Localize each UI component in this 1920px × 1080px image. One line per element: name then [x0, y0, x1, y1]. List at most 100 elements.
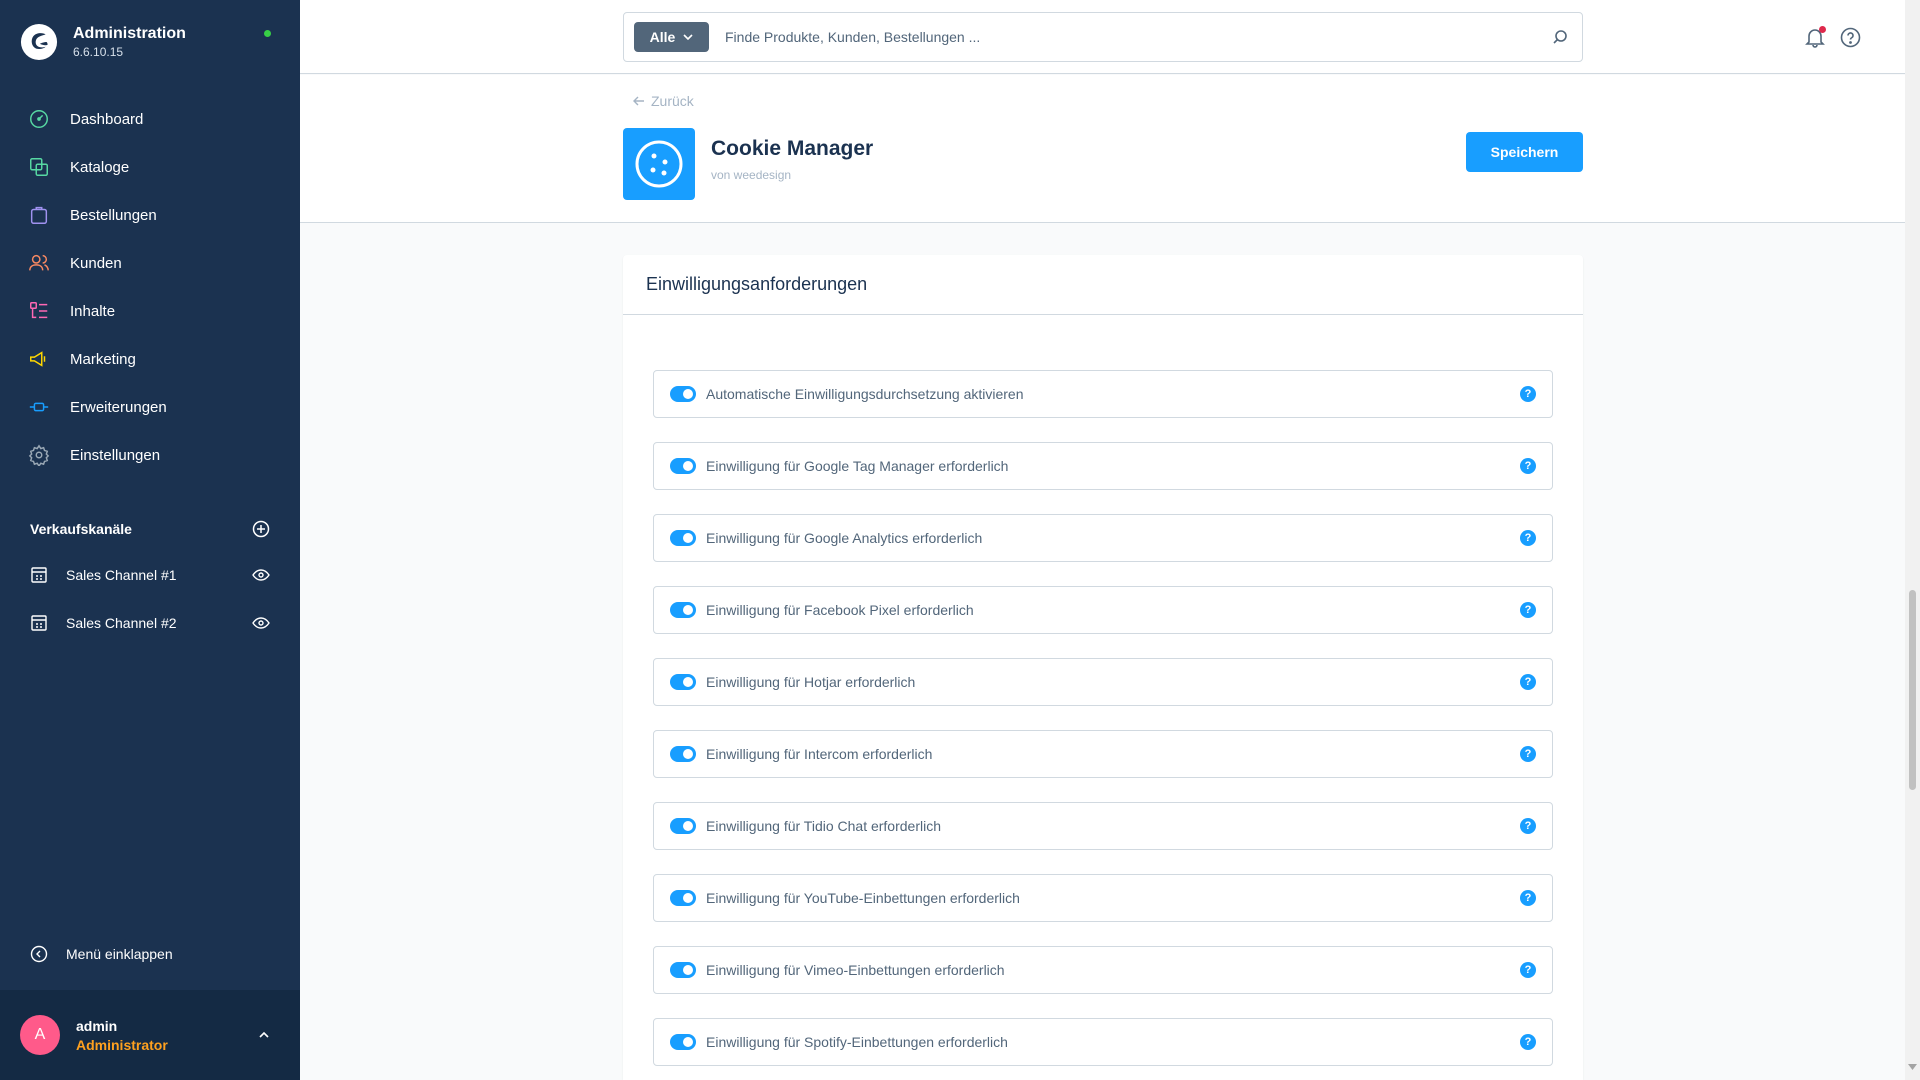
back-label: Zurück	[651, 93, 694, 109]
status-online-indicator	[264, 30, 271, 37]
nav-item-kataloge[interactable]: Kataloge	[0, 143, 300, 191]
nav-label: Kunden	[70, 254, 122, 272]
toggle-switch[interactable]	[670, 386, 696, 402]
shopware-logo-icon	[20, 23, 58, 61]
help-tooltip-icon[interactable]: ?	[1520, 386, 1536, 402]
extensions-icon	[29, 402, 49, 412]
nav-label: Marketing	[70, 350, 136, 368]
content-icon	[30, 302, 48, 319]
sales-channels-header: Verkaufskanäle	[30, 520, 270, 538]
toggle-switch[interactable]	[670, 674, 696, 690]
consent-row-label: Einwilligung für Intercom erforderlich	[706, 746, 933, 762]
cookie-icon	[635, 140, 683, 188]
page-scrollbar[interactable]	[1905, 0, 1920, 1080]
main-nav: Dashboard Kataloge Bestellungen Kunden I…	[0, 95, 300, 479]
collapse-menu-button[interactable]: Menü einklappen	[30, 945, 173, 963]
sales-channel-list: Sales Channel #1 Sales Channel #2	[0, 551, 300, 647]
search-type-label: Alle	[649, 29, 676, 45]
search-type-dropdown[interactable]: Alle	[634, 22, 709, 52]
nav-item-kunden[interactable]: Kunden	[0, 239, 300, 287]
eye-icon[interactable]	[252, 617, 270, 629]
scroll-down-arrow-icon[interactable]	[1908, 1064, 1917, 1070]
consent-row: Einwilligung für Spotify-Einbettungen er…	[653, 1018, 1553, 1066]
storefront-icon	[31, 615, 47, 631]
help-tooltip-icon[interactable]: ?	[1520, 746, 1536, 762]
toggle-switch[interactable]	[670, 818, 696, 834]
nav-item-dashboard[interactable]: Dashboard	[0, 95, 300, 143]
arrow-left-icon	[633, 96, 644, 106]
consent-row: Einwilligung für Google Tag Manager erfo…	[653, 442, 1553, 490]
back-link[interactable]: Zurück	[633, 93, 694, 109]
consent-row-label: Einwilligung für Google Analytics erford…	[706, 530, 983, 546]
chevron-up-icon[interactable]	[258, 1031, 270, 1039]
save-button[interactable]: Speichern	[1466, 132, 1583, 172]
nav-item-inhalte[interactable]: Inhalte	[0, 287, 300, 335]
consent-row: Einwilligung für Google Analytics erford…	[653, 514, 1553, 562]
toggle-switch[interactable]	[670, 1034, 696, 1050]
toggle-switch[interactable]	[670, 890, 696, 906]
help-tooltip-icon[interactable]: ?	[1520, 602, 1536, 618]
global-search: Alle	[623, 12, 1583, 62]
help-tooltip-icon[interactable]: ?	[1520, 1034, 1536, 1050]
consent-row-label: Einwilligung für Hotjar erforderlich	[706, 674, 916, 690]
card-title: Einwilligungsanforderungen	[623, 255, 1583, 315]
orders-icon	[30, 206, 48, 224]
top-bar: Alle	[300, 0, 1905, 74]
consent-row-label: Einwilligung für Tidio Chat erforderlich	[706, 818, 941, 834]
brand[interactable]: Administration 6.6.10.15	[20, 20, 186, 64]
nav-item-einstellungen[interactable]: Einstellungen	[0, 431, 300, 479]
search-input[interactable]	[725, 29, 1552, 45]
consent-row: Einwilligung für Intercom erforderlich ?	[653, 730, 1553, 778]
consent-row: Einwilligung für Vimeo-Einbettungen erfo…	[653, 946, 1553, 994]
collapse-menu-label: Menü einklappen	[66, 946, 173, 962]
nav-label: Inhalte	[70, 302, 116, 320]
toggle-switch[interactable]	[670, 602, 696, 618]
user-menu[interactable]: A admin Administrator	[0, 990, 300, 1080]
consent-row-label: Einwilligung für Vimeo-Einbettungen erfo…	[706, 962, 1005, 978]
nav-label: Erweiterungen	[70, 398, 167, 416]
toggle-switch[interactable]	[670, 458, 696, 474]
toggle-switch[interactable]	[670, 530, 696, 546]
help-tooltip-icon[interactable]: ?	[1520, 674, 1536, 690]
nav-item-marketing[interactable]: Marketing	[0, 335, 300, 383]
scrollbar-thumb[interactable]	[1909, 590, 1916, 790]
consent-row-label: Einwilligung für Google Tag Manager erfo…	[706, 458, 1009, 474]
chevron-down-icon	[683, 34, 693, 40]
sales-channel-label: Sales Channel #1	[66, 567, 177, 583]
consent-settings-list: Automatische Einwilligungsdurchsetzung a…	[653, 370, 1553, 1080]
nav-label: Bestellungen	[70, 206, 157, 224]
user-role: Administrator	[76, 1036, 168, 1053]
catalog-icon	[30, 158, 48, 176]
sales-channel-item-2[interactable]: Sales Channel #2	[0, 599, 300, 647]
toggle-switch[interactable]	[670, 962, 696, 978]
nav-item-erweiterungen[interactable]: Erweiterungen	[0, 383, 300, 431]
consent-row: Einwilligung für Hotjar erforderlich ?	[653, 658, 1553, 706]
settings-icon	[28, 444, 50, 466]
add-circle-icon[interactable]	[252, 520, 270, 538]
help-tooltip-icon[interactable]: ?	[1520, 458, 1536, 474]
help-icon[interactable]	[1840, 27, 1861, 48]
nav-label: Kataloge	[70, 158, 130, 176]
page-title: Cookie Manager	[711, 137, 874, 160]
help-tooltip-icon[interactable]: ?	[1520, 890, 1536, 906]
help-tooltip-icon[interactable]: ?	[1520, 530, 1536, 546]
plugin-author: von weedesign	[711, 168, 792, 182]
page-header: Zurück Cookie Manager von weedesign Spei…	[300, 75, 1905, 223]
sales-channel-label: Sales Channel #2	[66, 615, 177, 631]
sidebar: Administration 6.6.10.15 Dashboard Katal…	[0, 0, 300, 1080]
sales-channel-item-1[interactable]: Sales Channel #1	[0, 551, 300, 599]
nav-label: Dashboard	[70, 110, 144, 128]
nav-item-bestellungen[interactable]: Bestellungen	[0, 191, 300, 239]
help-tooltip-icon[interactable]: ?	[1520, 818, 1536, 834]
consent-row: Einwilligung für YouTube-Einbettungen er…	[653, 874, 1553, 922]
customers-icon	[29, 254, 49, 271]
consent-row-label: Einwilligung für Facebook Pixel erforder…	[706, 602, 974, 618]
consent-row: Einwilligung für Facebook Pixel erforder…	[653, 586, 1553, 634]
avatar: A	[20, 1015, 60, 1055]
help-tooltip-icon[interactable]: ?	[1520, 962, 1536, 978]
consent-row: Automatische Einwilligungsdurchsetzung a…	[653, 370, 1553, 418]
toggle-switch[interactable]	[670, 746, 696, 762]
eye-icon[interactable]	[252, 569, 270, 581]
search-icon[interactable]	[1552, 29, 1568, 45]
app-title: Administration	[73, 25, 186, 42]
